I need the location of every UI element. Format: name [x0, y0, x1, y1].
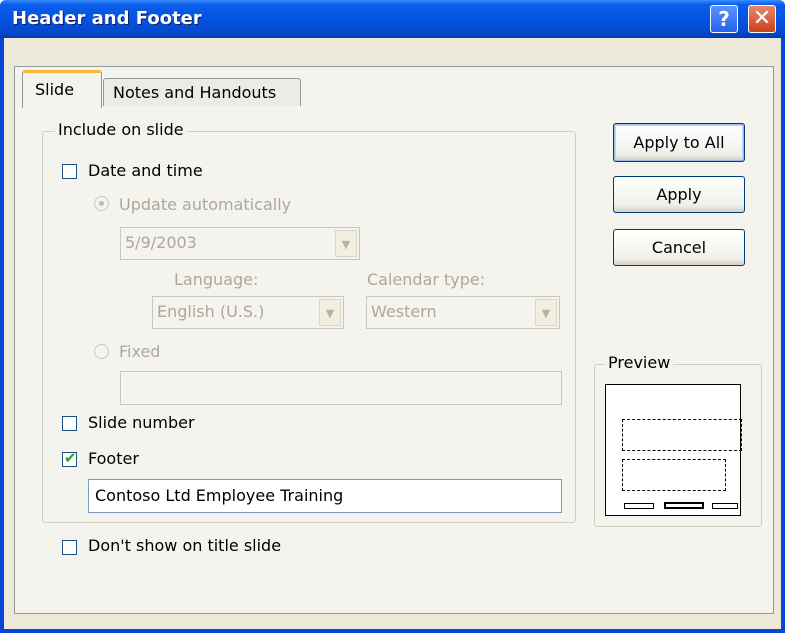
tab-slide[interactable]: Slide	[22, 70, 102, 108]
footer-text-input[interactable]: Contoso Ltd Employee Training	[88, 479, 562, 513]
preview-body-placeholder	[622, 459, 726, 491]
footer-label: Footer	[88, 449, 139, 468]
calendar-type-select[interactable]: Western ▼	[366, 296, 560, 329]
cancel-label: Cancel	[651, 238, 707, 257]
language-label: Language:	[174, 270, 259, 289]
fixed-date-input[interactable]	[120, 371, 562, 405]
date-format-select[interactable]: 5/9/2003 ▼	[120, 227, 360, 260]
question-mark-icon: ?	[718, 7, 730, 31]
language-select[interactable]: English (U.S.) ▼	[152, 296, 344, 329]
chevron-down-icon[interactable]: ▼	[535, 299, 557, 326]
apply-button[interactable]: Apply	[613, 176, 745, 213]
calendar-type-label: Calendar type:	[367, 270, 486, 289]
help-button[interactable]: ?	[710, 5, 738, 33]
tab-notes-and-handouts[interactable]: Notes and Handouts	[103, 78, 301, 106]
fixed-radio[interactable]	[94, 344, 109, 359]
title-bar[interactable]: Header and Footer ? ✕	[0, 0, 785, 38]
language-value: English (U.S.)	[157, 302, 265, 321]
update-automatically-label: Update automatically	[119, 195, 292, 214]
date-format-value: 5/9/2003	[125, 233, 197, 252]
preview-legend: Preview	[605, 353, 674, 372]
update-automatically-radio[interactable]	[94, 196, 109, 211]
dont-show-title-checkbox[interactable]	[62, 540, 77, 555]
chevron-down-icon[interactable]: ▼	[319, 299, 341, 326]
checkmark-icon: ✔	[64, 449, 77, 467]
slide-preview	[605, 384, 742, 516]
cancel-button[interactable]: Cancel	[613, 229, 745, 266]
footer-text-value: Contoso Ltd Employee Training	[95, 486, 344, 505]
preview-title-placeholder	[622, 419, 742, 451]
chevron-down-icon[interactable]: ▼	[335, 230, 357, 257]
date-time-label: Date and time	[88, 161, 203, 180]
fixed-label: Fixed	[119, 342, 161, 361]
dont-show-title-label: Don't show on title slide	[88, 536, 282, 555]
preview-footer-bar	[664, 502, 704, 509]
preview-date-bar	[624, 503, 654, 509]
apply-to-all-button[interactable]: Apply to All	[613, 123, 745, 162]
calendar-type-value: Western	[371, 302, 437, 321]
close-icon: ✕	[752, 6, 772, 31]
close-button[interactable]: ✕	[748, 5, 776, 33]
tab-slide-label: Slide	[35, 80, 75, 99]
preview-number-bar	[712, 503, 738, 509]
include-group-legend: Include on slide	[55, 120, 187, 139]
dialog-title: Header and Footer	[12, 8, 202, 29]
apply-to-all-label: Apply to All	[633, 133, 725, 152]
slide-number-label: Slide number	[88, 413, 195, 432]
date-time-checkbox[interactable]	[62, 164, 77, 179]
tab-notes-label: Notes and Handouts	[113, 83, 277, 102]
apply-label: Apply	[656, 185, 702, 204]
slide-number-checkbox[interactable]	[62, 416, 77, 431]
footer-checkbox[interactable]: ✔	[62, 449, 77, 467]
